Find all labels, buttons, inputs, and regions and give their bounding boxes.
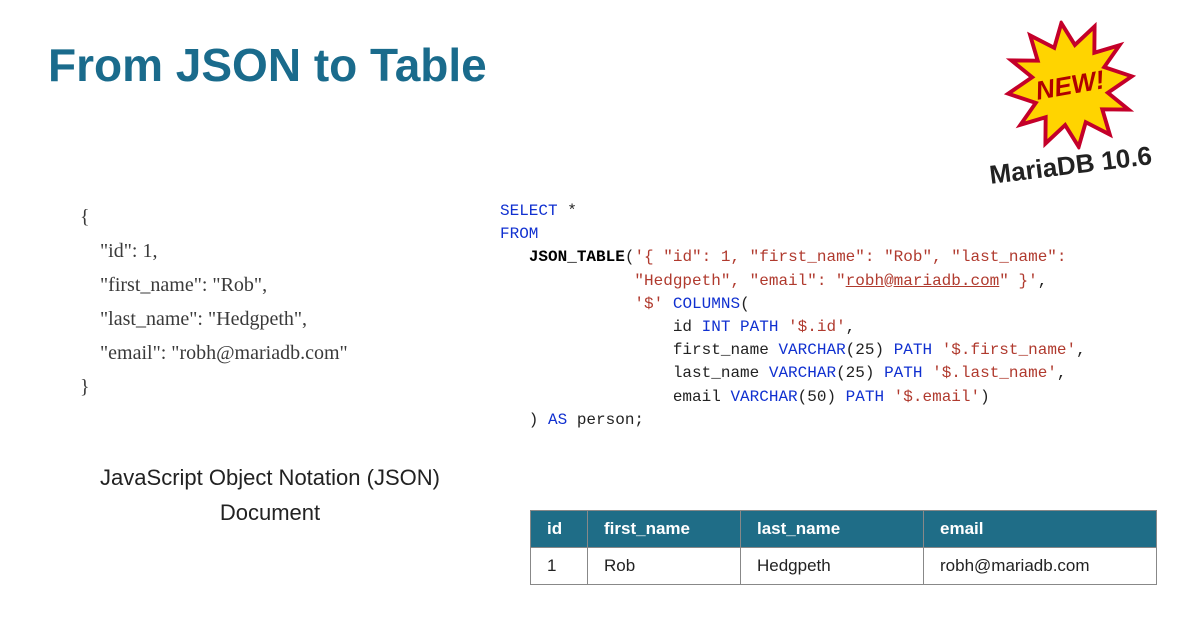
sql-line: FROM xyxy=(500,223,1160,246)
json-line: { xyxy=(80,200,460,234)
col-email: email xyxy=(924,511,1157,548)
json-document: { "id": 1, "first_name": "Rob", "last_na… xyxy=(80,200,460,404)
caption-line: Document xyxy=(80,495,460,530)
col-first-name: first_name xyxy=(588,511,741,548)
sql-line: last_name VARCHAR(25) PATH '$.last_name'… xyxy=(500,362,1160,385)
table-header: id first_name last_name email xyxy=(531,511,1157,548)
sql-line: ) AS person; xyxy=(500,409,1160,432)
json-caption: JavaScript Object Notation (JSON) Docume… xyxy=(80,460,460,530)
sql-line: id INT PATH '$.id', xyxy=(500,316,1160,339)
page-title: From JSON to Table xyxy=(48,38,487,92)
table-row: id first_name last_name email xyxy=(531,511,1157,548)
sql-line: "Hedgpeth", "email": "robh@mariadb.com" … xyxy=(500,270,1160,293)
new-badge-text: NEW! xyxy=(990,9,1150,161)
caption-line: JavaScript Object Notation (JSON) xyxy=(80,460,460,495)
sql-line: email VARCHAR(50) PATH '$.email') xyxy=(500,386,1160,409)
cell: Hedgpeth xyxy=(741,548,924,585)
sql-line: first_name VARCHAR(25) PATH '$.first_nam… xyxy=(500,339,1160,362)
sql-line: JSON_TABLE('{ "id": 1, "first_name": "Ro… xyxy=(500,246,1160,269)
col-id: id xyxy=(531,511,588,548)
json-line: "first_name": "Rob", xyxy=(80,268,460,302)
result-table: id first_name last_name email 1 Rob Hedg… xyxy=(530,510,1157,585)
cell: 1 xyxy=(531,548,588,585)
sql-line: SELECT * xyxy=(500,200,1160,223)
sql-line: '$' COLUMNS( xyxy=(500,293,1160,316)
sql-code: SELECT * FROM JSON_TABLE('{ "id": 1, "fi… xyxy=(500,200,1160,432)
new-badge: NEW! xyxy=(992,11,1149,159)
json-line: "id": 1, xyxy=(80,234,460,268)
cell: robh@mariadb.com xyxy=(924,548,1157,585)
slide: From JSON to Table NEW! MariaDB 10.6 { "… xyxy=(0,0,1200,630)
cell: Rob xyxy=(588,548,741,585)
json-line: } xyxy=(80,370,460,404)
col-last-name: last_name xyxy=(741,511,924,548)
table-row: 1 Rob Hedgpeth robh@mariadb.com xyxy=(531,548,1157,585)
json-line: "email": "robh@mariadb.com" xyxy=(80,336,460,370)
json-line: "last_name": "Hedgpeth", xyxy=(80,302,460,336)
table-body: 1 Rob Hedgpeth robh@mariadb.com xyxy=(531,548,1157,585)
